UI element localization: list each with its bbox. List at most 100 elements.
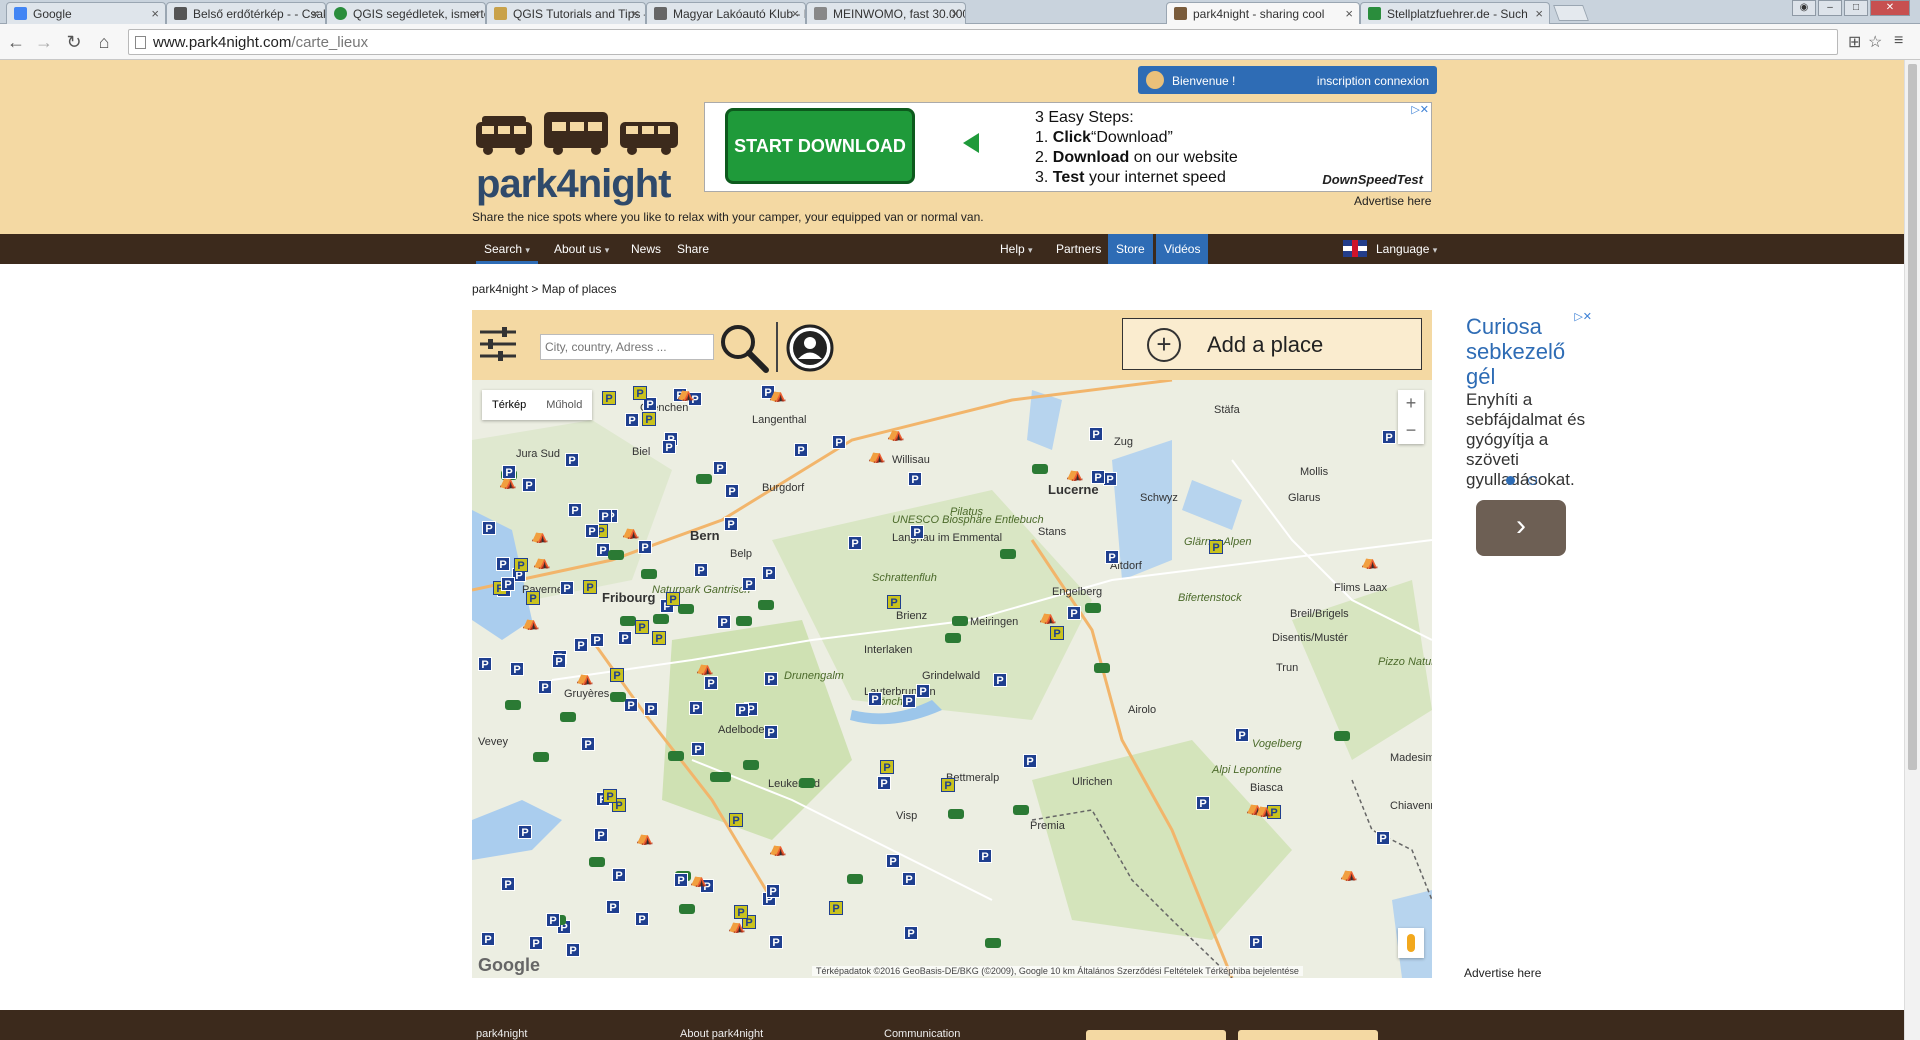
parking-marker-icon[interactable]: P bbox=[725, 484, 739, 498]
parking-yellow-marker-icon[interactable]: P bbox=[635, 620, 649, 634]
parking-marker-icon[interactable]: P bbox=[574, 638, 588, 652]
parking-marker-icon[interactable]: P bbox=[612, 868, 626, 882]
browser-tab[interactable]: Stellplatzfuehrer.de - Such × bbox=[1360, 2, 1550, 24]
carousel-dot[interactable] bbox=[1528, 476, 1538, 485]
map-type-map[interactable]: Térkép bbox=[482, 390, 536, 420]
camp-marker-icon[interactable]: ⛺ bbox=[636, 830, 653, 844]
parking-marker-icon[interactable]: P bbox=[590, 633, 604, 647]
parking-marker-icon[interactable]: P bbox=[585, 524, 599, 538]
camper-marker-icon[interactable] bbox=[1094, 663, 1110, 673]
parking-yellow-marker-icon[interactable]: P bbox=[880, 760, 894, 774]
nav-news[interactable]: News bbox=[623, 234, 669, 264]
parking-marker-icon[interactable]: P bbox=[522, 478, 536, 492]
parking-yellow-marker-icon[interactable]: P bbox=[514, 558, 528, 572]
camper-marker-icon[interactable] bbox=[533, 752, 549, 762]
parking-marker-icon[interactable]: P bbox=[1023, 754, 1037, 768]
camp-marker-icon[interactable]: ⛺ bbox=[1066, 466, 1083, 480]
parking-marker-icon[interactable]: P bbox=[565, 453, 579, 467]
reload-icon[interactable]: ↻ bbox=[64, 32, 84, 52]
camper-marker-icon[interactable] bbox=[679, 904, 695, 914]
camper-marker-icon[interactable] bbox=[799, 778, 815, 788]
parking-marker-icon[interactable]: P bbox=[902, 694, 916, 708]
camp-marker-icon[interactable]: ⛺ bbox=[1340, 866, 1357, 880]
camper-marker-icon[interactable] bbox=[668, 751, 684, 761]
close-icon[interactable]: × bbox=[1345, 6, 1353, 21]
camper-marker-icon[interactable] bbox=[653, 614, 669, 624]
home-icon[interactable]: ⌂ bbox=[94, 32, 114, 52]
parking-marker-icon[interactable]: P bbox=[635, 912, 649, 926]
menu-icon[interactable]: ≡ bbox=[1894, 32, 1903, 50]
nav-store[interactable]: Store bbox=[1108, 234, 1153, 264]
camp-marker-icon[interactable]: ⛺ bbox=[868, 448, 885, 462]
parking-marker-icon[interactable]: P bbox=[482, 521, 496, 535]
camper-marker-icon[interactable] bbox=[736, 616, 752, 626]
camp-marker-icon[interactable]: ⛺ bbox=[769, 387, 786, 401]
parking-marker-icon[interactable]: P bbox=[1103, 472, 1117, 486]
camp-marker-icon[interactable]: ⛺ bbox=[1361, 554, 1378, 568]
parking-marker-icon[interactable]: P bbox=[1249, 935, 1263, 949]
account-icon[interactable] bbox=[786, 324, 834, 372]
parking-marker-icon[interactable]: P bbox=[1105, 550, 1119, 564]
parking-marker-icon[interactable]: P bbox=[481, 932, 495, 946]
parking-yellow-marker-icon[interactable]: P bbox=[633, 386, 647, 400]
close-icon[interactable]: × bbox=[471, 6, 479, 21]
parking-marker-icon[interactable]: P bbox=[978, 849, 992, 863]
parking-marker-icon[interactable]: P bbox=[764, 672, 778, 686]
camp-marker-icon[interactable]: ⛺ bbox=[499, 474, 516, 488]
camper-marker-icon[interactable] bbox=[696, 474, 712, 484]
camp-marker-icon[interactable]: ⛺ bbox=[576, 670, 593, 684]
parking-yellow-marker-icon[interactable]: P bbox=[526, 591, 540, 605]
scrollbar-thumb[interactable] bbox=[1908, 64, 1917, 770]
parking-yellow-marker-icon[interactable]: P bbox=[602, 391, 616, 405]
side-ad[interactable]: ▷✕ Curiosa sebkezelő gél Enyhíti a sebfá… bbox=[1462, 310, 1592, 560]
login-links[interactable]: inscription connexion bbox=[1317, 74, 1429, 88]
camper-marker-icon[interactable] bbox=[952, 616, 968, 626]
parking-marker-icon[interactable]: P bbox=[910, 525, 924, 539]
camper-marker-icon[interactable] bbox=[948, 809, 964, 819]
parking-marker-icon[interactable]: P bbox=[581, 737, 595, 751]
search-icon[interactable] bbox=[718, 322, 770, 374]
advertise-link[interactable]: Advertise here bbox=[1354, 194, 1431, 208]
camp-marker-icon[interactable]: ⛺ bbox=[690, 872, 707, 886]
parking-marker-icon[interactable]: P bbox=[908, 472, 922, 486]
close-icon[interactable]: × bbox=[631, 6, 639, 21]
footer-button[interactable] bbox=[1086, 1030, 1226, 1040]
parking-marker-icon[interactable]: P bbox=[1091, 470, 1105, 484]
parking-marker-icon[interactable]: P bbox=[1376, 831, 1390, 845]
parking-marker-icon[interactable]: P bbox=[552, 654, 566, 668]
browser-tab[interactable]: Belső erdőtérkép - - Csak × bbox=[166, 2, 326, 24]
parking-marker-icon[interactable]: P bbox=[689, 701, 703, 715]
parking-marker-icon[interactable]: P bbox=[529, 936, 543, 950]
nav-language[interactable]: Language ▾ bbox=[1368, 234, 1445, 264]
camper-marker-icon[interactable] bbox=[610, 692, 626, 702]
camper-marker-icon[interactable] bbox=[608, 550, 624, 560]
parking-marker-icon[interactable]: P bbox=[769, 935, 783, 949]
advertise-link[interactable]: Advertise here bbox=[1464, 966, 1541, 980]
parking-marker-icon[interactable]: P bbox=[691, 742, 705, 756]
parking-yellow-marker-icon[interactable]: P bbox=[642, 412, 656, 426]
camp-marker-icon[interactable]: ⛺ bbox=[1255, 802, 1272, 816]
camp-marker-icon[interactable]: ⛺ bbox=[696, 660, 713, 674]
parking-marker-icon[interactable]: P bbox=[1067, 606, 1081, 620]
parking-marker-icon[interactable]: P bbox=[560, 581, 574, 595]
camp-marker-icon[interactable]: ⛺ bbox=[677, 386, 694, 400]
camper-marker-icon[interactable] bbox=[758, 600, 774, 610]
parking-marker-icon[interactable]: P bbox=[538, 680, 552, 694]
pegman-icon[interactable] bbox=[1398, 928, 1424, 958]
parking-marker-icon[interactable]: P bbox=[1382, 430, 1396, 444]
camper-marker-icon[interactable] bbox=[620, 616, 636, 626]
parking-marker-icon[interactable]: P bbox=[694, 563, 708, 577]
maximize-icon[interactable]: □ bbox=[1844, 0, 1868, 16]
camper-marker-icon[interactable] bbox=[985, 938, 1001, 948]
parking-marker-icon[interactable]: P bbox=[625, 413, 639, 427]
address-bar[interactable]: www.park4night.com/carte_lieux bbox=[128, 29, 1838, 55]
parking-marker-icon[interactable]: P bbox=[501, 577, 515, 591]
nav-partners[interactable]: Partners bbox=[1048, 234, 1109, 264]
parking-marker-icon[interactable]: P bbox=[717, 615, 731, 629]
profile-icon[interactable]: ◉ bbox=[1792, 0, 1816, 16]
camper-marker-icon[interactable] bbox=[847, 874, 863, 884]
parking-marker-icon[interactable]: P bbox=[1089, 427, 1103, 441]
parking-marker-icon[interactable]: P bbox=[848, 536, 862, 550]
zoom-in-button[interactable]: + bbox=[1398, 390, 1424, 417]
star-icon[interactable]: ☆ bbox=[1868, 32, 1882, 52]
